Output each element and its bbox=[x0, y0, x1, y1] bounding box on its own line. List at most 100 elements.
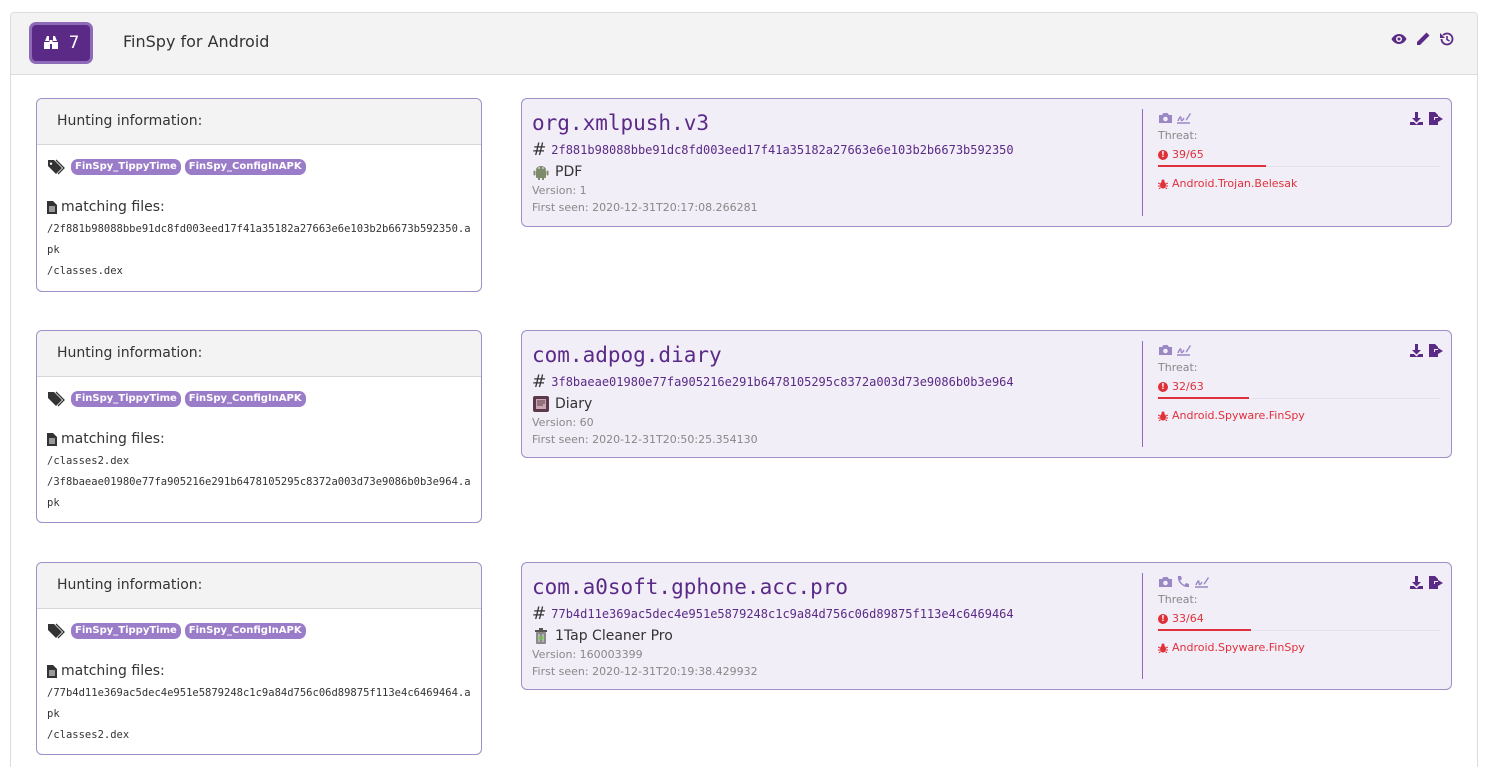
rule-tag[interactable]: FinSpy_TippyTime bbox=[71, 623, 181, 639]
malware-family[interactable]: Android.Spyware.FinSpy bbox=[1158, 409, 1440, 422]
first-seen: First seen: 2020-12-31T20:19:38.429932 bbox=[532, 665, 758, 678]
hunting-card: Hunting information: FinSpy_TippyTime Fi… bbox=[36, 330, 482, 523]
camera-icon bbox=[1159, 577, 1172, 587]
app-actions bbox=[1409, 575, 1443, 594]
app-actions bbox=[1409, 343, 1443, 362]
threat-bar bbox=[1158, 628, 1440, 633]
bug-icon bbox=[1158, 411, 1168, 421]
card-divider bbox=[1142, 573, 1143, 679]
card-divider bbox=[1142, 341, 1143, 447]
hunt-count-badge[interactable]: 7 bbox=[29, 22, 93, 64]
hash-icon: # bbox=[532, 372, 547, 392]
rule-tag[interactable]: FinSpy_TippyTime bbox=[71, 159, 181, 175]
rule-tag[interactable]: FinSpy_ConfigInAPK bbox=[184, 391, 306, 407]
card-divider bbox=[1142, 109, 1143, 216]
matching-files-list: /77b4d11e369ac5dec4e951e5879248c1c9a84d7… bbox=[47, 683, 473, 746]
tags-icon bbox=[48, 159, 65, 175]
signature-icon bbox=[1177, 345, 1191, 356]
export-icon[interactable] bbox=[1428, 343, 1443, 362]
bug-icon bbox=[1158, 643, 1168, 653]
app-version: Version: 1 bbox=[532, 184, 587, 197]
matching-file: /classes2.dex bbox=[47, 729, 130, 741]
app-actions bbox=[1409, 111, 1443, 130]
package-name[interactable]: org.xmlpush.v3 bbox=[532, 109, 1132, 137]
app-card: com.a0soft.gphone.acc.pro #77b4d11e369ac… bbox=[521, 562, 1452, 690]
hunting-card: Hunting information: FinSpy_TippyTime Fi… bbox=[36, 98, 482, 292]
download-icon[interactable] bbox=[1409, 343, 1424, 362]
hash-icon: # bbox=[532, 140, 547, 160]
matching-file: /2f881b98088bbe91dc8fd003eed17f41a35182a… bbox=[47, 223, 471, 256]
header-actions bbox=[1391, 31, 1455, 47]
matching-files-label: matching files: bbox=[61, 431, 165, 447]
matching-files-label: matching files: bbox=[61, 663, 165, 679]
threat-score: ! 32/63 bbox=[1158, 380, 1440, 393]
history-icon[interactable] bbox=[1439, 31, 1455, 47]
hash-icon: # bbox=[532, 604, 547, 624]
app-version: Version: 60 bbox=[532, 416, 594, 429]
rule-tag[interactable]: FinSpy_ConfigInAPK bbox=[184, 159, 306, 175]
threat-label: Threat: bbox=[1158, 129, 1198, 142]
rule-tags: FinSpy_TippyTime FinSpy_ConfigInAPK bbox=[47, 157, 471, 177]
alert-icon: ! bbox=[1158, 381, 1168, 392]
panel-header: 7 FinSpy for Android bbox=[11, 13, 1477, 75]
pencil-icon[interactable] bbox=[1415, 31, 1431, 47]
threat-label: Threat: bbox=[1158, 361, 1198, 374]
alert-icon: ! bbox=[1158, 613, 1168, 624]
capability-icons bbox=[1158, 575, 1440, 589]
signature-icon bbox=[1177, 113, 1191, 124]
threat-bar bbox=[1158, 396, 1440, 401]
matching-files-label: matching files: bbox=[61, 199, 165, 215]
app-name: 1Tap Cleaner Pro bbox=[555, 628, 673, 644]
file-icon bbox=[47, 432, 57, 446]
matching-file: /77b4d11e369ac5dec4e951e5879248c1c9a84d7… bbox=[47, 687, 471, 720]
app-card: org.xmlpush.v3 #2f881b98088bbe91dc8fd003… bbox=[521, 98, 1452, 227]
rule-tag[interactable]: FinSpy_TippyTime bbox=[71, 391, 181, 407]
matching-file: /classes2.dex bbox=[47, 455, 130, 467]
android-robot-icon bbox=[533, 166, 549, 180]
capability-icons bbox=[1158, 343, 1440, 357]
matching-file: /classes.dex bbox=[47, 265, 123, 277]
file-icon bbox=[47, 200, 57, 214]
alert-icon: ! bbox=[1158, 149, 1168, 160]
malware-family[interactable]: Android.Spyware.FinSpy bbox=[1158, 641, 1440, 654]
threat-bar bbox=[1158, 164, 1440, 169]
sha256[interactable]: 77b4d11e369ac5dec4e951e5879248c1c9a84d75… bbox=[551, 607, 1013, 621]
diary-app-icon bbox=[533, 396, 549, 412]
hunting-header: Hunting information: bbox=[37, 331, 481, 377]
tags-icon bbox=[48, 623, 65, 639]
malware-family[interactable]: Android.Trojan.Belesak bbox=[1158, 177, 1440, 190]
camera-icon bbox=[1159, 345, 1172, 355]
app-name: PDF bbox=[555, 164, 583, 180]
rule-tags: FinSpy_TippyTime FinSpy_ConfigInAPK bbox=[47, 389, 471, 409]
signature-icon bbox=[1195, 577, 1209, 588]
export-icon[interactable] bbox=[1428, 111, 1443, 130]
capability-icons bbox=[1158, 111, 1440, 125]
sha256[interactable]: 3f8baeae01980e77fa905216e291b6478105295c… bbox=[551, 375, 1013, 389]
download-icon[interactable] bbox=[1409, 111, 1424, 130]
matching-file: /3f8baeae01980e77fa905216e291b6478105295… bbox=[47, 476, 471, 509]
sha256[interactable]: 2f881b98088bbe91dc8fd003eed17f41a35182a2… bbox=[551, 143, 1013, 157]
hunting-header: Hunting information: bbox=[37, 99, 481, 145]
matching-files-list: /classes2.dex /3f8baeae01980e77fa905216e… bbox=[47, 451, 473, 514]
app-name: Diary bbox=[555, 396, 593, 412]
package-name[interactable]: com.adpog.diary bbox=[532, 341, 1132, 369]
hunting-header: Hunting information: bbox=[37, 563, 481, 609]
rule-tags: FinSpy_TippyTime FinSpy_ConfigInAPK bbox=[47, 621, 471, 641]
first-seen: First seen: 2020-12-31T20:17:08.266281 bbox=[532, 201, 758, 214]
threat-label: Threat: bbox=[1158, 593, 1198, 606]
first-seen: First seen: 2020-12-31T20:50:25.354130 bbox=[532, 433, 758, 446]
ruleset-title: FinSpy for Android bbox=[123, 32, 270, 51]
package-name[interactable]: com.a0soft.gphone.acc.pro bbox=[532, 573, 1132, 601]
camera-icon bbox=[1159, 113, 1172, 123]
threat-score: ! 39/65 bbox=[1158, 148, 1440, 161]
rule-tag[interactable]: FinSpy_ConfigInAPK bbox=[184, 623, 306, 639]
eye-icon[interactable] bbox=[1391, 31, 1407, 47]
app-version: Version: 160003399 bbox=[532, 648, 643, 661]
threat-score: ! 33/64 bbox=[1158, 612, 1440, 625]
matching-files-list: /2f881b98088bbe91dc8fd003eed17f41a35182a… bbox=[47, 219, 473, 282]
phone-icon bbox=[1177, 576, 1189, 588]
tags-icon bbox=[48, 391, 65, 407]
download-icon[interactable] bbox=[1409, 575, 1424, 594]
export-icon[interactable] bbox=[1428, 575, 1443, 594]
app-card: com.adpog.diary #3f8baeae01980e77fa90521… bbox=[521, 330, 1452, 458]
